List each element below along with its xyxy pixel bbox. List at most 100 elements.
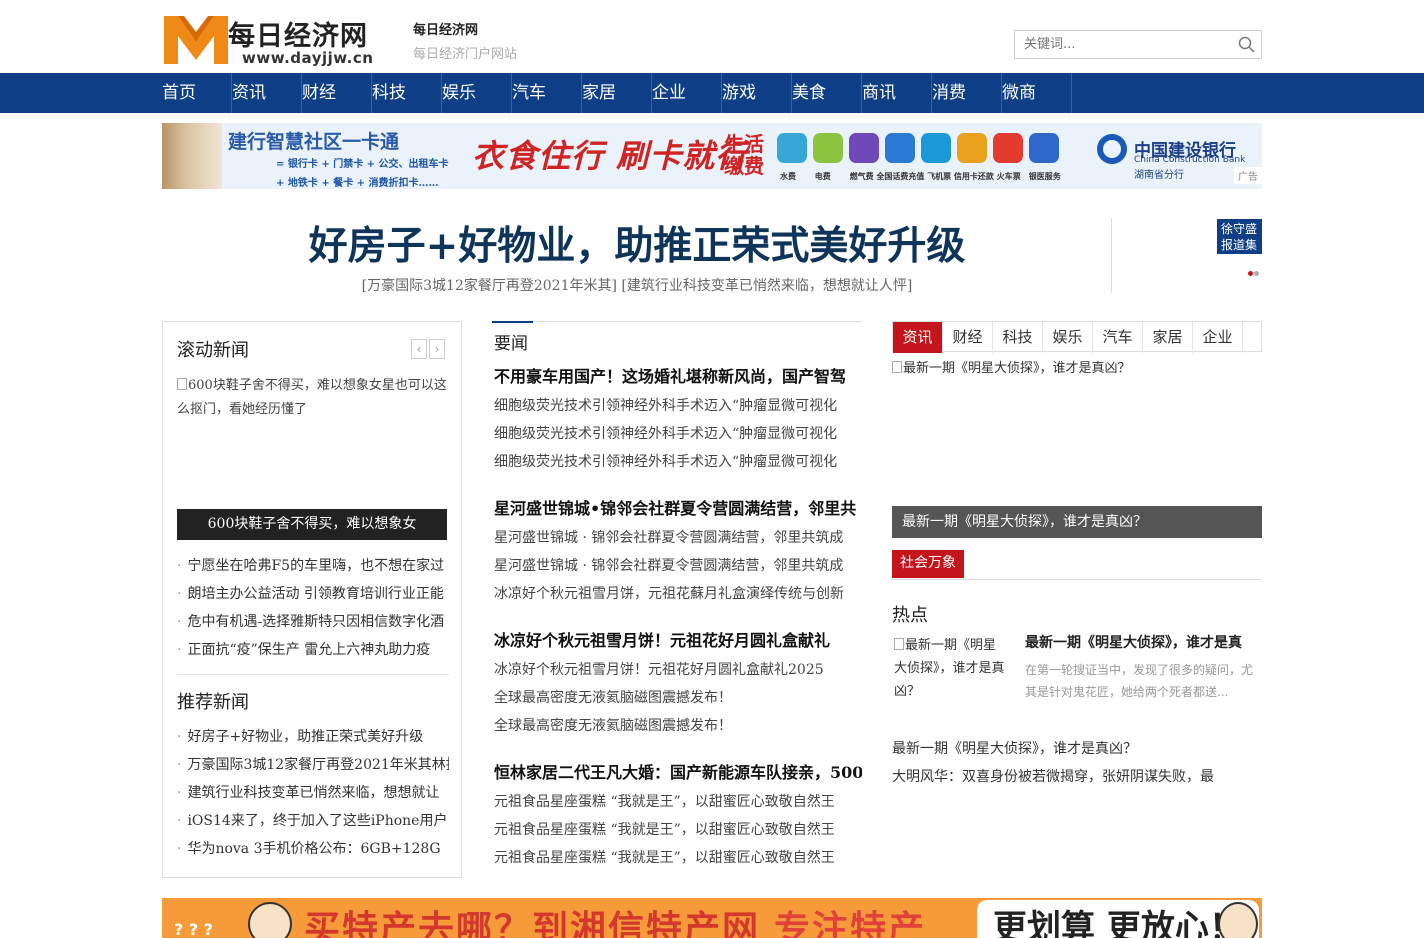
- list-item[interactable]: 正面抗“疫”保生产 雷允上六神丸助力疫: [177, 636, 449, 664]
- scroll-arrows: ‹ ›: [409, 338, 445, 359]
- site-logo[interactable]: 每日经济网 www.dayjjw.cn: [162, 8, 374, 68]
- nav-item-business[interactable]: 商讯: [862, 73, 932, 113]
- banner-service-icons: [777, 133, 1059, 163]
- list-item[interactable]: 万豪国际3城12家餐厅再登2021年米其林指: [177, 751, 449, 779]
- site-description: 每日经济门户网站: [413, 47, 518, 62]
- nav-item-home[interactable]: 首页: [162, 73, 232, 113]
- news-item[interactable]: 星河盛世锦城 · 锦邻会社群夏令营圆满结营，邻里共筑成: [494, 552, 844, 580]
- hot-list: 最新一期《明星大侦探》，谁才是真凶？ 大明风华：双喜身份被若微揭穿，张妍阴谋失败…: [892, 735, 1262, 791]
- nav-item-label: 娱乐: [442, 83, 476, 103]
- nav-item-tech[interactable]: 科技: [372, 73, 442, 113]
- news-item[interactable]: 元祖食品星座蛋糕 “我就是王”，以甜蜜匠心致敬自然王: [494, 816, 844, 844]
- social-section-title[interactable]: 社会万象: [892, 550, 964, 578]
- category-tabs: 资讯 财经 科技 娱乐 汽车 家居 企业: [892, 321, 1262, 353]
- search-icon[interactable]: [1238, 36, 1255, 53]
- list-item[interactable]: 华为nova 3手机价格公布：6GB+128G: [177, 835, 449, 863]
- banner-question-marks: ? ? ?: [174, 920, 213, 938]
- report-collection-badge[interactable]: 徐守盛报道集: [1217, 219, 1262, 254]
- nav-item-games[interactable]: 游戏: [722, 73, 792, 113]
- water-icon: [777, 133, 807, 163]
- slider-dot-active[interactable]: [1248, 271, 1253, 276]
- news-item[interactable]: 细胞级荧光技术引领神经外科手术迈入“肿瘤显微可视化: [494, 392, 844, 420]
- nav-item-home-furnishing[interactable]: 家居: [582, 73, 652, 113]
- nav-item-entertainment[interactable]: 娱乐: [442, 73, 512, 113]
- tab-news[interactable]: 资讯: [893, 322, 943, 353]
- news-item[interactable]: 细胞级荧光技术引领神经外科手术迈入“肿瘤显微可视化: [494, 420, 844, 448]
- list-item[interactable]: iOS14来了，终于加入了这些iPhone用户: [177, 807, 449, 835]
- nav-item-auto[interactable]: 汽车: [512, 73, 582, 113]
- banner-title: 建行智慧社区一卡通: [228, 131, 400, 153]
- banner-slogan: 衣食住行 刷卡就行: [472, 137, 749, 175]
- nav-item-enterprise[interactable]: 企业: [652, 73, 722, 113]
- logo-m-icon: [164, 16, 228, 64]
- search-box: [1014, 30, 1262, 59]
- specialty-banner-ad[interactable]: ? ? ? 买特产去哪？到湘信特产网 专注特产 更划算 更放心！: [162, 898, 1262, 938]
- hot-headline[interactable]: 最新一期《明星大侦探》，谁才是真: [1025, 632, 1262, 652]
- ccb-banner-ad[interactable]: 建行智慧社区一卡通 = 银行卡 + 门禁卡 + 公交、出租车卡 + 地铁卡 + …: [162, 123, 1262, 189]
- banner-promise-text: 更划算 更放心！: [977, 900, 1259, 938]
- phone-bill-icon: [885, 133, 915, 163]
- tab-tech[interactable]: 科技: [993, 322, 1043, 353]
- list-item[interactable]: 大明风华：双喜身份被若微揭穿，张妍阴谋失败，最: [892, 763, 1262, 791]
- prev-arrow-icon[interactable]: ‹: [411, 339, 427, 359]
- nav-item-wechat-business[interactable]: 微商: [1002, 73, 1072, 113]
- news-group-headline[interactable]: 星河盛世锦城•锦邻会社群夏令营圆满结营，邻里共: [494, 494, 862, 524]
- featured-image[interactable]: 最新一期《明星大侦探》，谁才是真凶？: [892, 357, 1131, 376]
- slider-dot[interactable]: [1254, 271, 1259, 276]
- nav-item-label: 美食: [792, 83, 826, 103]
- banner-icon-labels: 水费 电费 燃气费 全国话费充值 飞机票 信用卡还款 火车票 银医服务: [780, 171, 1061, 181]
- nav-item-consumer[interactable]: 消费: [932, 73, 1002, 113]
- ad-label: 广告: [1234, 167, 1262, 184]
- hot-image[interactable]: 最新一期《明星大侦探》，谁才是真凶？: [894, 634, 1006, 703]
- nav-item-label: 科技: [372, 83, 406, 103]
- scroll-news-image[interactable]: 600块鞋子舍不得买，难以想象女星也可以这么抠门，看她经历懂了: [177, 374, 449, 422]
- featured-image-caption[interactable]: 最新一期《明星大侦探》，谁才是真凶？: [892, 506, 1262, 538]
- banner-subtitle: = 银行卡 + 门禁卡 + 公交、出租车卡: [276, 159, 449, 170]
- list-item[interactable]: 建筑行业科技变革已悄然来临，想想就让: [177, 779, 449, 807]
- list-item[interactable]: 危中有机遇-选择雅斯特只因相信数字化酒: [177, 608, 449, 636]
- tab-enterprise[interactable]: 企业: [1193, 322, 1243, 353]
- nav-item-food[interactable]: 美食: [792, 73, 862, 113]
- search-input[interactable]: [1015, 31, 1230, 58]
- news-group-headline[interactable]: 恒林家居二代王凡大婚：国产新能源车队接亲，500: [494, 758, 862, 788]
- credit-card-icon: [957, 133, 987, 163]
- news-item[interactable]: 细胞级荧光技术引领神经外科手术迈入“肿瘤显微可视化: [494, 448, 844, 476]
- tab-home[interactable]: 家居: [1143, 322, 1193, 353]
- banner-life-line: 缴费: [724, 154, 764, 178]
- next-arrow-icon[interactable]: ›: [429, 339, 445, 359]
- list-item[interactable]: 最新一期《明星大侦探》，谁才是真凶？: [892, 735, 1262, 763]
- headline-title[interactable]: 好房子+好物业，助推正荣式美好升级: [162, 215, 1112, 271]
- news-item[interactable]: 元祖食品星座蛋糕 “我就是王”，以甜蜜匠心致敬自然王: [494, 844, 844, 872]
- list-item[interactable]: 宁愿坐在哈弗F5的车里嗨，也不想在家过: [177, 552, 449, 580]
- social-section-header: 社会万象: [892, 550, 1262, 580]
- nav-item-label: 企业: [652, 83, 686, 103]
- nav-item-label: 财经: [302, 83, 336, 103]
- news-item[interactable]: 冰凉好个秋元祖雪月饼！元祖花好月圆礼盒献礼2025: [494, 656, 844, 684]
- news-group-headline[interactable]: 冰凉好个秋元祖雪月饼！元祖花好月圆礼盒献礼: [494, 626, 862, 656]
- list-item[interactable]: 朗培主办公益活动 引领教育培训行业正能: [177, 580, 449, 608]
- nav-item-finance[interactable]: 财经: [302, 73, 372, 113]
- news-item[interactable]: 元祖食品星座蛋糕 “我就是王”，以甜蜜匠心致敬自然王: [494, 788, 844, 816]
- recommended-news-title: 推荐新闻: [177, 692, 249, 713]
- ccb-logo-icon: [1097, 134, 1127, 164]
- tab-entertainment[interactable]: 娱乐: [1043, 322, 1093, 353]
- tab-finance[interactable]: 财经: [943, 322, 993, 353]
- list-item[interactable]: 好房子+好物业，助推正荣式美好升级: [177, 723, 449, 751]
- banner-focus-text: 专注特产: [774, 908, 927, 938]
- news-item[interactable]: 星河盛世锦城 · 锦邻会社群夏令营圆满结营，邻里共筑成: [494, 524, 844, 552]
- scroll-news-list: 宁愿坐在哈弗F5的车里嗨，也不想在家过 朗培主办公益活动 引领教育培训行业正能 …: [177, 552, 449, 664]
- news-item[interactable]: 全球最高密度无液氦脑磁图震撼发布！: [494, 712, 844, 740]
- nav-item-label: 汽车: [512, 83, 546, 103]
- news-item[interactable]: 全球最高密度无液氦脑磁图震撼发布！: [494, 684, 844, 712]
- tab-auto[interactable]: 汽车: [1093, 322, 1143, 353]
- news-group-headline[interactable]: 不用豪车用国产！这场婚礼堪称新风尚，国产智驾: [494, 362, 862, 392]
- image-caption[interactable]: 600块鞋子舍不得买，难以想象女: [177, 509, 447, 540]
- nav-item-news[interactable]: 资讯: [232, 73, 302, 113]
- gas-icon: [849, 133, 879, 163]
- hot-description: 在第一轮搜证当中，发现了很多的疑问，尤其是针对鬼花匠，她给两个死者都送...: [1025, 663, 1254, 699]
- headline-sub-links[interactable]: [万豪国际3城12家餐厅再登2021年米其] [建筑行业科技变革已悄然来临，想想…: [162, 275, 1112, 295]
- news-item[interactable]: 冰凉好个秋元祖雪月饼，元祖花蘇月礼盒演绎传统与创新: [494, 580, 844, 608]
- scroll-news-title: 滚动新闻: [177, 340, 249, 361]
- nav-item-label: 资讯: [232, 83, 266, 103]
- news-group: 冰凉好个秋元祖雪月饼！元祖花好月圆礼盒献礼 冰凉好个秋元祖雪月饼！元祖花好月圆礼…: [494, 626, 862, 740]
